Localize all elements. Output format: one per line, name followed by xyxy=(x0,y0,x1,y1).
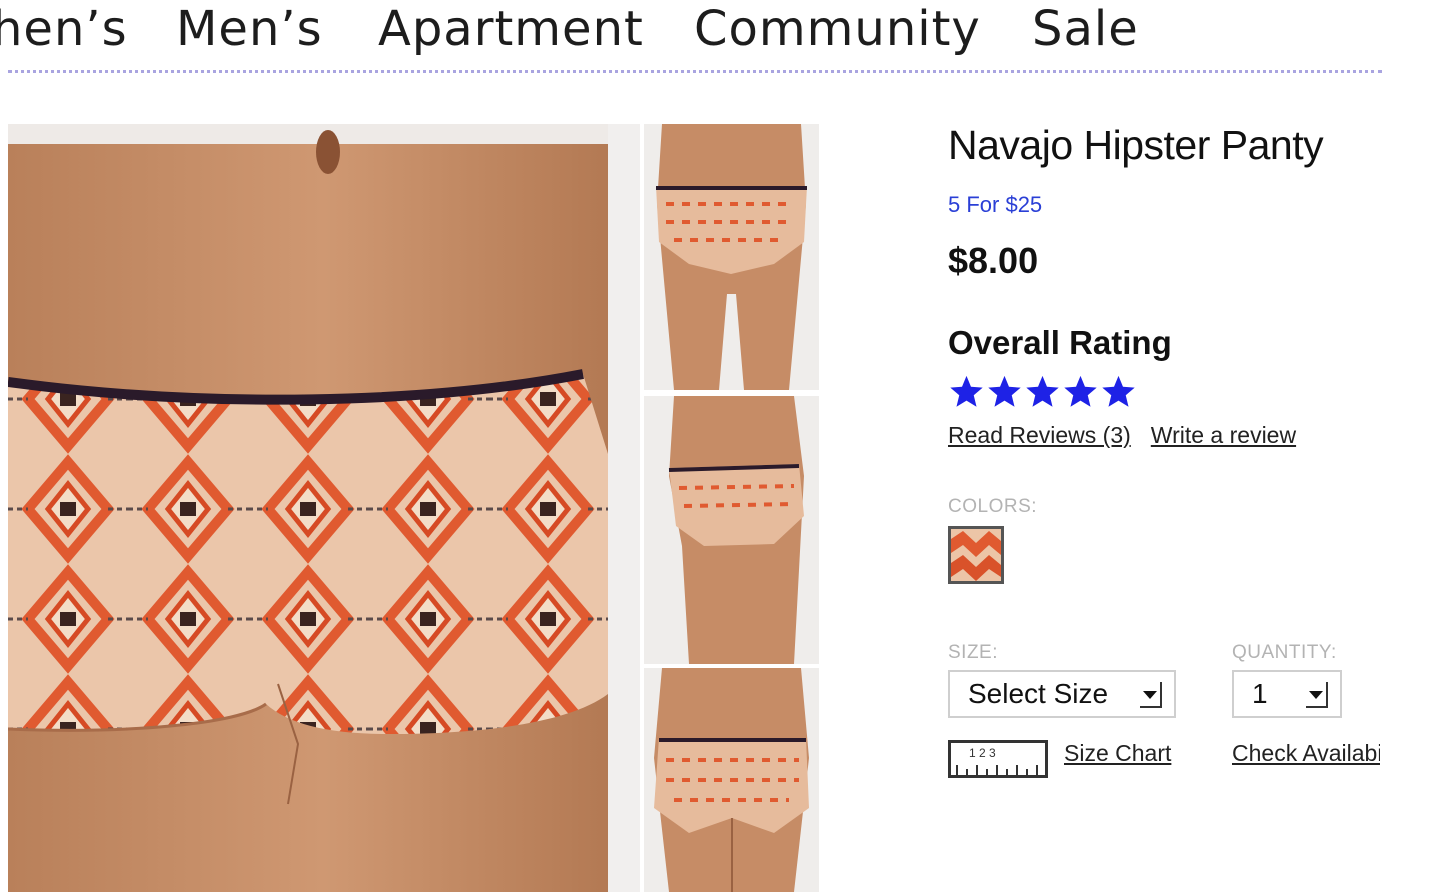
chevron-down-icon xyxy=(1140,682,1162,708)
write-review-link[interactable]: Write a review xyxy=(1151,422,1296,448)
nav-item-sale[interactable]: Sale xyxy=(1032,0,1139,58)
nav-item-apartment[interactable]: Apartment xyxy=(378,0,644,58)
product-title: Navajo Hipster Panty xyxy=(948,122,1324,168)
main-product-photo[interactable] xyxy=(8,124,640,892)
size-label: SIZE: xyxy=(948,642,999,663)
colors-label: COLORS: xyxy=(948,496,1038,517)
promo-link[interactable]: 5 For $25 xyxy=(948,192,1042,218)
star-icon xyxy=(950,375,983,407)
check-availability-link[interactable]: Check Availability xyxy=(1232,740,1380,767)
size-select-value: Select Size xyxy=(968,678,1109,709)
quantity-label: QUANTITY: xyxy=(1232,642,1337,663)
nav-item-community[interactable]: Community xyxy=(694,0,981,58)
size-chart-link[interactable]: Size Chart xyxy=(1064,740,1171,767)
star-icon xyxy=(1064,375,1097,407)
thumbnail-back-image xyxy=(644,668,819,892)
ruler-graphic: 1 2 3 xyxy=(956,746,1038,775)
product-thumbnail-side[interactable] xyxy=(644,396,819,664)
chevron-down-icon xyxy=(1306,682,1328,708)
rating-stars xyxy=(948,372,1137,416)
thumbnail-side-image xyxy=(644,396,819,664)
ruler-icon[interactable]: 1 2 3 xyxy=(948,740,1048,778)
star-icon xyxy=(1026,375,1059,407)
top-navigation: hen’s Men’s Apartment Community Sale xyxy=(0,0,1438,70)
nav-item-mens[interactable]: Men’s xyxy=(176,0,323,58)
ruler-digits: 1 2 3 xyxy=(969,746,996,760)
size-select[interactable]: Select Size xyxy=(948,670,1176,718)
product-price: $8.00 xyxy=(948,240,1039,281)
color-swatch[interactable] xyxy=(948,526,1004,584)
color-swatch-pattern xyxy=(951,529,1001,581)
product-photo-image xyxy=(8,124,640,892)
nav-item-womens[interactable]: hen’s xyxy=(0,0,128,58)
read-reviews-link[interactable]: Read Reviews (3) xyxy=(948,422,1131,448)
star-icon xyxy=(1102,375,1135,407)
product-thumbnail-back[interactable] xyxy=(644,668,819,892)
quantity-select-value: 1 xyxy=(1252,678,1268,709)
product-thumbnail-front[interactable] xyxy=(644,124,819,390)
star-icon xyxy=(988,375,1021,407)
thumbnail-front-image xyxy=(644,124,819,390)
nav-divider xyxy=(8,70,1382,73)
overall-rating-label: Overall Rating xyxy=(948,324,1172,361)
quantity-select[interactable]: 1 xyxy=(1232,670,1342,718)
review-links: Read Reviews (3) Write a review xyxy=(948,422,1296,449)
